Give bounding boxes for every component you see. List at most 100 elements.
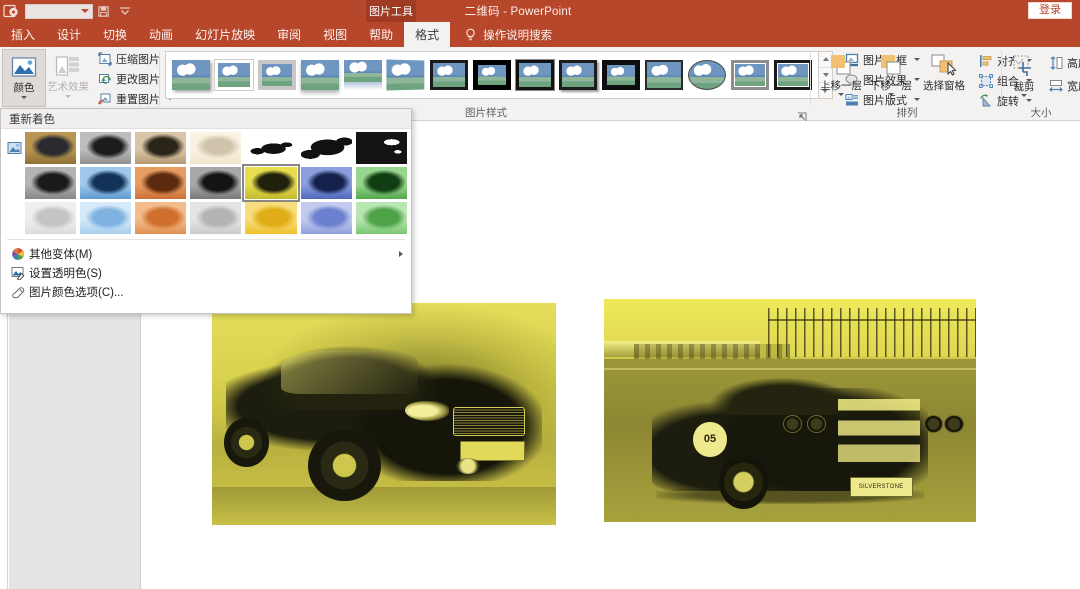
picture-style-thumb[interactable] bbox=[172, 60, 210, 90]
color-button[interactable]: 颜色 bbox=[2, 49, 46, 107]
group-icon bbox=[978, 73, 993, 88]
selection-pane-button[interactable]: 选择窗格 bbox=[916, 48, 972, 106]
more-variations-menu-item[interactable]: 其他变体(M) bbox=[1, 244, 411, 263]
ferrari-fence-rail bbox=[768, 319, 976, 321]
recolor-swatch-gold-accent4-light[interactable] bbox=[245, 202, 296, 234]
tab-help[interactable]: 帮助 bbox=[358, 22, 404, 47]
recolor-swatch-washout[interactable] bbox=[190, 132, 241, 164]
shape-height-field[interactable]: 高度 bbox=[1045, 53, 1080, 72]
picture-style-thumb-oval[interactable] bbox=[688, 60, 726, 90]
recolor-swatch-blue-accent5-light[interactable] bbox=[301, 202, 352, 234]
picture-style-thumb[interactable] bbox=[301, 60, 339, 90]
picture-styles-gallery[interactable] bbox=[165, 51, 819, 99]
tab-view[interactable]: 视图 bbox=[312, 22, 358, 47]
window-title: 二维码 - PowerPoint bbox=[0, 0, 1080, 22]
tab-design[interactable]: 设计 bbox=[46, 22, 92, 47]
recolor-swatch-gray-accent3-light[interactable] bbox=[190, 202, 241, 234]
powerpoint-logo-icon[interactable] bbox=[0, 0, 22, 22]
compress-picture-icon bbox=[97, 51, 112, 66]
recolor-swatch-orange-accent2-dark[interactable] bbox=[135, 167, 186, 199]
picture-styles-dialog-launcher[interactable] bbox=[797, 109, 807, 119]
picture-style-thumb[interactable] bbox=[516, 60, 554, 90]
change-picture-label: 更改图片 bbox=[116, 71, 160, 87]
set-transparent-color-menu-item[interactable]: 设置透明色(S) bbox=[1, 263, 411, 282]
picture-style-thumb[interactable] bbox=[602, 60, 640, 90]
recolor-dropdown-menu: 重新着色 bbox=[0, 108, 412, 314]
sign-in-button[interactable]: 登录 bbox=[1028, 2, 1072, 19]
artistic-effects-button[interactable]: 艺术效果 bbox=[46, 49, 90, 107]
audi-car-image[interactable] bbox=[212, 303, 556, 525]
tab-slideshow[interactable]: 幻灯片放映 bbox=[184, 22, 266, 47]
ribbon-group-arrange: 上移一层 下移一层 bbox=[812, 47, 1002, 121]
ferrari-taillight bbox=[924, 415, 943, 433]
audi-ground bbox=[212, 487, 556, 525]
tab-format[interactable]: 格式 bbox=[404, 22, 450, 47]
shape-width-field[interactable]: 宽度 bbox=[1045, 76, 1080, 95]
recolor-swatch-gold-accent4-dark[interactable] bbox=[245, 167, 296, 199]
picture-style-thumb[interactable] bbox=[387, 60, 425, 90]
ferrari-race-number-text: 05 bbox=[704, 433, 716, 445]
picture-style-thumb[interactable] bbox=[473, 60, 511, 90]
window-title-text: 二维码 - PowerPoint bbox=[465, 3, 572, 19]
autosave-combo[interactable] bbox=[25, 4, 93, 19]
ferrari-car-image[interactable]: 05 SILVERSTONE bbox=[604, 299, 976, 522]
picture-style-thumb[interactable] bbox=[731, 60, 769, 90]
recolor-swatch-grayscale-variant[interactable] bbox=[25, 167, 76, 199]
recolor-swatch-blue-accent1-dark[interactable] bbox=[80, 167, 131, 199]
send-backward-button[interactable]: 下移一层 bbox=[866, 48, 916, 106]
recolor-swatch-green-accent6-light[interactable] bbox=[356, 202, 407, 234]
ferrari-racing-stripe bbox=[838, 399, 920, 461]
picture-style-thumb[interactable] bbox=[774, 60, 812, 90]
picture-color-options-menu-item[interactable]: 图片颜色选项(C)... bbox=[1, 282, 411, 301]
recolor-swatch-orange-accent2-light[interactable] bbox=[135, 202, 186, 234]
reset-picture-label: 重置图片 bbox=[116, 91, 160, 107]
recolor-swatch-grayscale[interactable] bbox=[80, 132, 131, 164]
contextual-tab-label: 图片工具 bbox=[366, 0, 416, 22]
more-variations-label: 其他变体(M) bbox=[29, 246, 92, 262]
picture-style-thumb[interactable] bbox=[645, 60, 683, 90]
recolor-swatch-blue-accent1-light[interactable] bbox=[80, 202, 131, 234]
tab-animations[interactable]: 动画 bbox=[138, 22, 184, 47]
recolor-swatch-gray-accent3-dark[interactable] bbox=[190, 167, 241, 199]
tab-insert[interactable]: 插入 bbox=[0, 22, 46, 47]
chevron-down-icon bbox=[65, 95, 71, 98]
bring-forward-label: 上移一层 bbox=[820, 80, 862, 92]
recolor-swatch-sepia[interactable] bbox=[135, 132, 186, 164]
picture-style-thumb[interactable] bbox=[430, 60, 468, 90]
selection-pane-icon bbox=[929, 52, 959, 78]
recolor-swatch-grayscale-light[interactable] bbox=[25, 202, 76, 234]
customize-qat-icon[interactable] bbox=[114, 1, 135, 22]
audi-front-wheel bbox=[308, 430, 380, 501]
bring-forward-button[interactable]: 上移一层 bbox=[816, 48, 866, 106]
color-button-label: 颜色 bbox=[14, 82, 35, 94]
tab-transitions[interactable]: 切换 bbox=[92, 22, 138, 47]
chevron-down-icon bbox=[888, 93, 894, 96]
recolor-swatch-green-accent6-dark[interactable] bbox=[356, 167, 407, 199]
audi-windshield bbox=[281, 350, 419, 394]
group-divider bbox=[159, 51, 160, 105]
shape-height-icon bbox=[1048, 55, 1063, 70]
picture-style-thumb[interactable] bbox=[215, 60, 253, 90]
shape-height-label: 高度 bbox=[1067, 55, 1080, 71]
save-icon[interactable] bbox=[93, 1, 114, 22]
tell-me-search[interactable]: 操作说明搜索 bbox=[450, 22, 552, 47]
picture-style-thumb[interactable] bbox=[344, 60, 382, 90]
shape-width-icon bbox=[1048, 78, 1063, 93]
powerpoint-window: 二维码 - PowerPoint 登录 图片工具 插入 设计 切换 动画 幻灯片… bbox=[0, 0, 1080, 589]
tab-review[interactable]: 审阅 bbox=[266, 22, 312, 47]
recolor-swatch-blue-accent5-dark[interactable] bbox=[301, 167, 352, 199]
crop-label: 裁剪 bbox=[1014, 81, 1035, 93]
picture-style-thumb[interactable] bbox=[258, 60, 296, 90]
recolor-swatch-black-white-25[interactable] bbox=[245, 132, 296, 164]
transparent-color-icon bbox=[7, 265, 29, 281]
recolor-swatch-black-white-50[interactable] bbox=[301, 132, 352, 164]
recolor-row-light bbox=[1, 202, 411, 234]
ferrari-race-number: 05 bbox=[693, 422, 726, 458]
recolor-swatch-grid: 其他变体(M) 设置透明色(S) bbox=[1, 129, 411, 301]
picture-style-thumb[interactable] bbox=[559, 60, 597, 90]
arrange-group-label: 排列 bbox=[812, 105, 1002, 120]
recolor-swatch-no-recolor[interactable] bbox=[25, 132, 76, 164]
crop-button[interactable]: 裁剪 bbox=[1007, 49, 1041, 107]
recolor-swatch-black-white-75[interactable] bbox=[356, 132, 407, 164]
align-icon bbox=[978, 53, 993, 68]
